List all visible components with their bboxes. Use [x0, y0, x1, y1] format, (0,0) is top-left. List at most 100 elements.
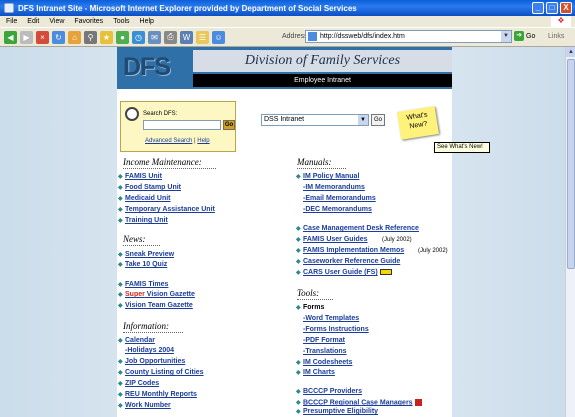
menu-favorites[interactable]: Favorites	[74, 18, 103, 25]
caseworker-guide-link[interactable]: Caseworker Reference Guide	[296, 258, 400, 265]
famis-times-link[interactable]: FAMIS Times	[118, 281, 169, 288]
mail-icon[interactable]: ✉	[148, 30, 161, 44]
vision-team-link[interactable]: Vision Team Gazette	[118, 302, 193, 309]
presumptive-eligibility-link[interactable]: Presumptive Eligibility	[296, 408, 378, 415]
banner-subtitle: Employee Intranet	[193, 74, 452, 87]
take-10-quiz-link[interactable]: Take 10 Quiz	[118, 261, 167, 268]
chevron-down-icon: ▼	[358, 115, 368, 125]
calendar-link[interactable]: Calendar	[118, 337, 155, 344]
windows-flag-icon: ❖	[551, 16, 571, 27]
medicaid-link[interactable]: Medicaid Unit	[118, 195, 170, 202]
famis-memos-date: (July 2002)	[418, 248, 448, 254]
search-label: Search DFS:	[143, 111, 178, 117]
email-memos-link[interactable]: -Email Memorandums	[303, 195, 376, 202]
scroll-thumb[interactable]	[567, 59, 575, 269]
media-icon[interactable]: ●	[116, 30, 129, 44]
search-input[interactable]	[143, 120, 221, 130]
holidays-link[interactable]: -Holidays 2004	[125, 347, 174, 354]
word-templates-link[interactable]: -Word Templates	[303, 315, 359, 322]
zip-codes-link[interactable]: ZIP Codes	[118, 380, 159, 387]
tools-heading: Tools:	[297, 288, 334, 300]
im-codesheets-link[interactable]: IM Codesheets	[296, 359, 352, 366]
forms-label: Forms	[296, 304, 325, 311]
search-go-button[interactable]: Go	[223, 120, 235, 130]
sneak-preview-link[interactable]: Sneak Preview	[118, 251, 174, 258]
site-select[interactable]: DSS Intranet ▼	[261, 114, 369, 126]
search-icon[interactable]: ⚲	[84, 30, 97, 44]
minimize-button[interactable]: _	[532, 2, 544, 14]
page-icon	[308, 32, 317, 41]
discuss-icon[interactable]: ☰	[196, 30, 209, 44]
favorites-icon[interactable]: ★	[100, 30, 113, 44]
menu-view[interactable]: View	[49, 18, 64, 25]
magnifier-icon	[125, 107, 139, 121]
back-icon[interactable]: ◀	[4, 30, 17, 44]
cars-guide-link[interactable]: CARS User Guide (FS)	[296, 269, 392, 276]
case-management-link[interactable]: Case Management Desk Reference	[296, 225, 419, 232]
manuals-heading: Manuals:	[297, 157, 345, 169]
address-input[interactable]: http://dssweb/dfs/index.htm ▼	[305, 30, 512, 43]
pdf-icon	[414, 399, 422, 406]
go-button[interactable]: ➜ Go	[514, 31, 535, 41]
im-policy-link[interactable]: IM Policy Manual	[296, 173, 359, 180]
search-panel: Search DFS: Go Advanced Search | Help	[120, 101, 236, 152]
refresh-icon[interactable]: ↻	[52, 30, 65, 44]
super-vision-gazette-link[interactable]: Super Vision Gazette	[118, 291, 195, 298]
training-link[interactable]: Training Unit	[118, 217, 168, 224]
dec-memos-link[interactable]: -DEC Memorandums	[303, 206, 372, 213]
advanced-search-link[interactable]: Advanced Search	[145, 138, 192, 144]
work-number-link[interactable]: Work Number	[118, 402, 171, 409]
address-label: Address	[282, 33, 308, 40]
job-opportunities-link[interactable]: Job Opportunities	[118, 358, 185, 365]
window-title-bar: DFS Intranet Site - Microsoft Internet E…	[0, 0, 575, 16]
close-button[interactable]: X	[560, 2, 572, 14]
famis-guides-link[interactable]: FAMIS User Guides	[296, 236, 368, 243]
county-listing-link[interactable]: County Listing of Cities	[118, 369, 204, 376]
im-memos-link[interactable]: -IM Memorandums	[303, 184, 365, 191]
dfs-page: DFS Division of Family Services Employee…	[117, 47, 490, 417]
vertical-scrollbar[interactable]: ▲	[565, 47, 575, 417]
chevron-down-icon[interactable]: ▼	[501, 31, 511, 42]
bcccp-managers-link[interactable]: BCCCP Regional Case Managers	[296, 399, 422, 406]
whats-new-button[interactable]: What's New?	[397, 106, 439, 140]
banner-title: Division of Family Services	[193, 50, 452, 72]
go-arrow-icon: ➜	[514, 31, 524, 41]
menu-tools[interactable]: Tools	[113, 18, 129, 25]
messenger-icon[interactable]: ☺	[212, 30, 225, 44]
window-title: DFS Intranet Site - Microsoft Internet E…	[18, 3, 357, 13]
forward-icon[interactable]: ▶	[20, 30, 33, 44]
edit-icon[interactable]: W	[180, 30, 193, 44]
information-heading: Information:	[123, 321, 183, 333]
history-icon[interactable]: ◷	[132, 30, 145, 44]
home-icon[interactable]: ⌂	[68, 30, 81, 44]
site-go-button[interactable]: Go	[371, 114, 385, 126]
stop-icon[interactable]: ×	[36, 30, 49, 44]
pdf-format-link[interactable]: -PDF Format	[303, 337, 345, 344]
famis-guides-date: (July 2002)	[382, 237, 412, 243]
reu-reports-link[interactable]: REU Monthly Reports	[118, 391, 197, 398]
menu-bar: File Edit View Favorites Tools Help	[0, 16, 575, 27]
menu-help[interactable]: Help	[140, 18, 154, 25]
food-stamp-link[interactable]: Food Stamp Unit	[118, 184, 181, 191]
maximize-button[interactable]: □	[546, 2, 558, 14]
menu-edit[interactable]: Edit	[27, 18, 39, 25]
forms-instructions-link[interactable]: -Forms Instructions	[303, 326, 369, 333]
im-charts-link[interactable]: IM Charts	[296, 369, 335, 376]
famis-unit-link[interactable]: FAMIS Unit	[118, 173, 162, 180]
ie-icon	[4, 3, 14, 13]
translations-link[interactable]: -Translations	[303, 348, 347, 355]
whats-new-tooltip: See What's New!	[434, 142, 490, 153]
links-button[interactable]: Links	[548, 33, 564, 40]
income-heading: Income Maintenance:	[123, 157, 216, 169]
banner: DFS Division of Family Services Employee…	[117, 47, 452, 89]
scroll-up-icon[interactable]: ▲	[566, 47, 575, 57]
dfs-logo: DFS	[123, 53, 171, 81]
bcccp-providers-link[interactable]: BCCCP Providers	[296, 388, 362, 395]
temp-assistance-link[interactable]: Temporary Assistance Unit	[118, 206, 215, 213]
famis-memos-link[interactable]: FAMIS Implementation Memos	[296, 247, 404, 254]
news-heading: News:	[123, 234, 159, 246]
menu-file[interactable]: File	[6, 18, 17, 25]
print-icon[interactable]: ⎙	[164, 30, 177, 44]
new-badge-icon	[379, 269, 392, 276]
help-link[interactable]: Help	[197, 138, 209, 144]
